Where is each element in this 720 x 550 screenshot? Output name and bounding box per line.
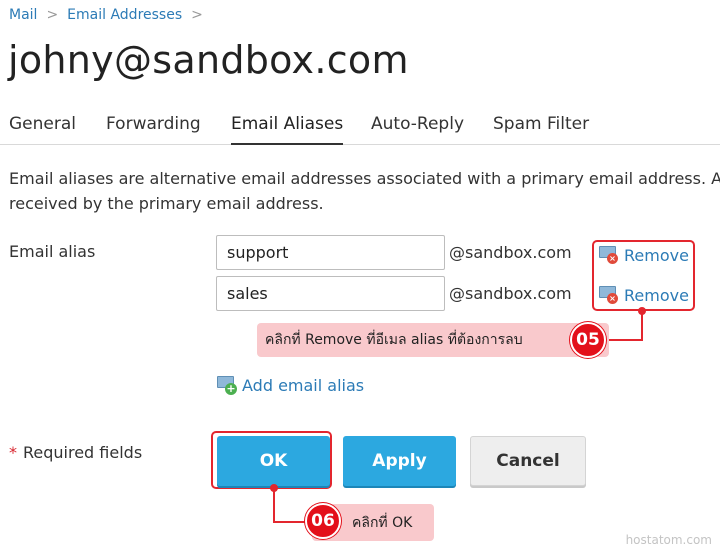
email-remove-icon: × bbox=[598, 245, 620, 265]
chevron-right-icon: > bbox=[46, 7, 59, 23]
breadcrumb-email-addresses-link[interactable]: Email Addresses bbox=[67, 7, 182, 23]
tab-general[interactable]: General bbox=[9, 114, 76, 145]
watermark: hostatom.com bbox=[625, 533, 712, 547]
tab-bar: General Forwarding Email Aliases Auto-Re… bbox=[0, 114, 720, 145]
required-fields-label: Required fields bbox=[23, 443, 143, 462]
alias-domain-sales: @sandbox.com bbox=[449, 284, 572, 303]
alias-domain-support: @sandbox.com bbox=[449, 243, 572, 262]
add-email-alias-label: Add email alias bbox=[242, 375, 365, 395]
tab-forwarding[interactable]: Forwarding bbox=[106, 114, 201, 145]
add-email-alias-link[interactable]: + Add email alias bbox=[216, 375, 364, 395]
alias-input-sales[interactable] bbox=[216, 276, 445, 311]
annotation-06-badge: 06 bbox=[305, 503, 341, 539]
description-line-2: received by the primary email address. bbox=[9, 194, 324, 213]
tab-spam-filter[interactable]: Spam Filter bbox=[493, 114, 589, 145]
page-title: johny@sandbox.com bbox=[8, 38, 409, 82]
annotation-06-connector bbox=[273, 489, 275, 523]
required-star: * bbox=[9, 443, 17, 462]
email-add-icon: + bbox=[216, 375, 238, 395]
remove-label: Remove bbox=[624, 285, 689, 305]
annotation-05-connector bbox=[607, 339, 643, 341]
cancel-button[interactable]: Cancel bbox=[470, 436, 586, 486]
annotation-05-connector bbox=[641, 311, 643, 340]
remove-label: Remove bbox=[624, 245, 689, 265]
remove-alias-support-link[interactable]: × Remove bbox=[598, 245, 689, 265]
chevron-right-icon: > bbox=[191, 7, 203, 23]
ok-button[interactable]: OK bbox=[217, 436, 330, 486]
required-fields-note: * Required fields bbox=[9, 443, 142, 462]
apply-button[interactable]: Apply bbox=[343, 436, 456, 486]
tab-email-aliases[interactable]: Email Aliases bbox=[231, 114, 344, 145]
description-line-1: Email aliases are alternative email addr… bbox=[9, 169, 720, 188]
description: Email aliases are alternative email addr… bbox=[9, 166, 720, 216]
alias-input-support[interactable] bbox=[216, 235, 445, 270]
annotation-05-badge: 05 bbox=[570, 322, 606, 358]
email-remove-icon: × bbox=[598, 285, 620, 305]
remove-alias-sales-link[interactable]: × Remove bbox=[598, 285, 689, 305]
tab-auto-reply[interactable]: Auto-Reply bbox=[371, 114, 464, 145]
breadcrumb-mail-link[interactable]: Mail bbox=[9, 7, 37, 23]
email-alias-label: Email alias bbox=[9, 242, 96, 261]
breadcrumb: Mail > Email Addresses > bbox=[9, 7, 212, 23]
annotation-05-callout: คลิกที่ Remove ที่อีเมล alias ที่ต้องการ… bbox=[257, 323, 609, 357]
